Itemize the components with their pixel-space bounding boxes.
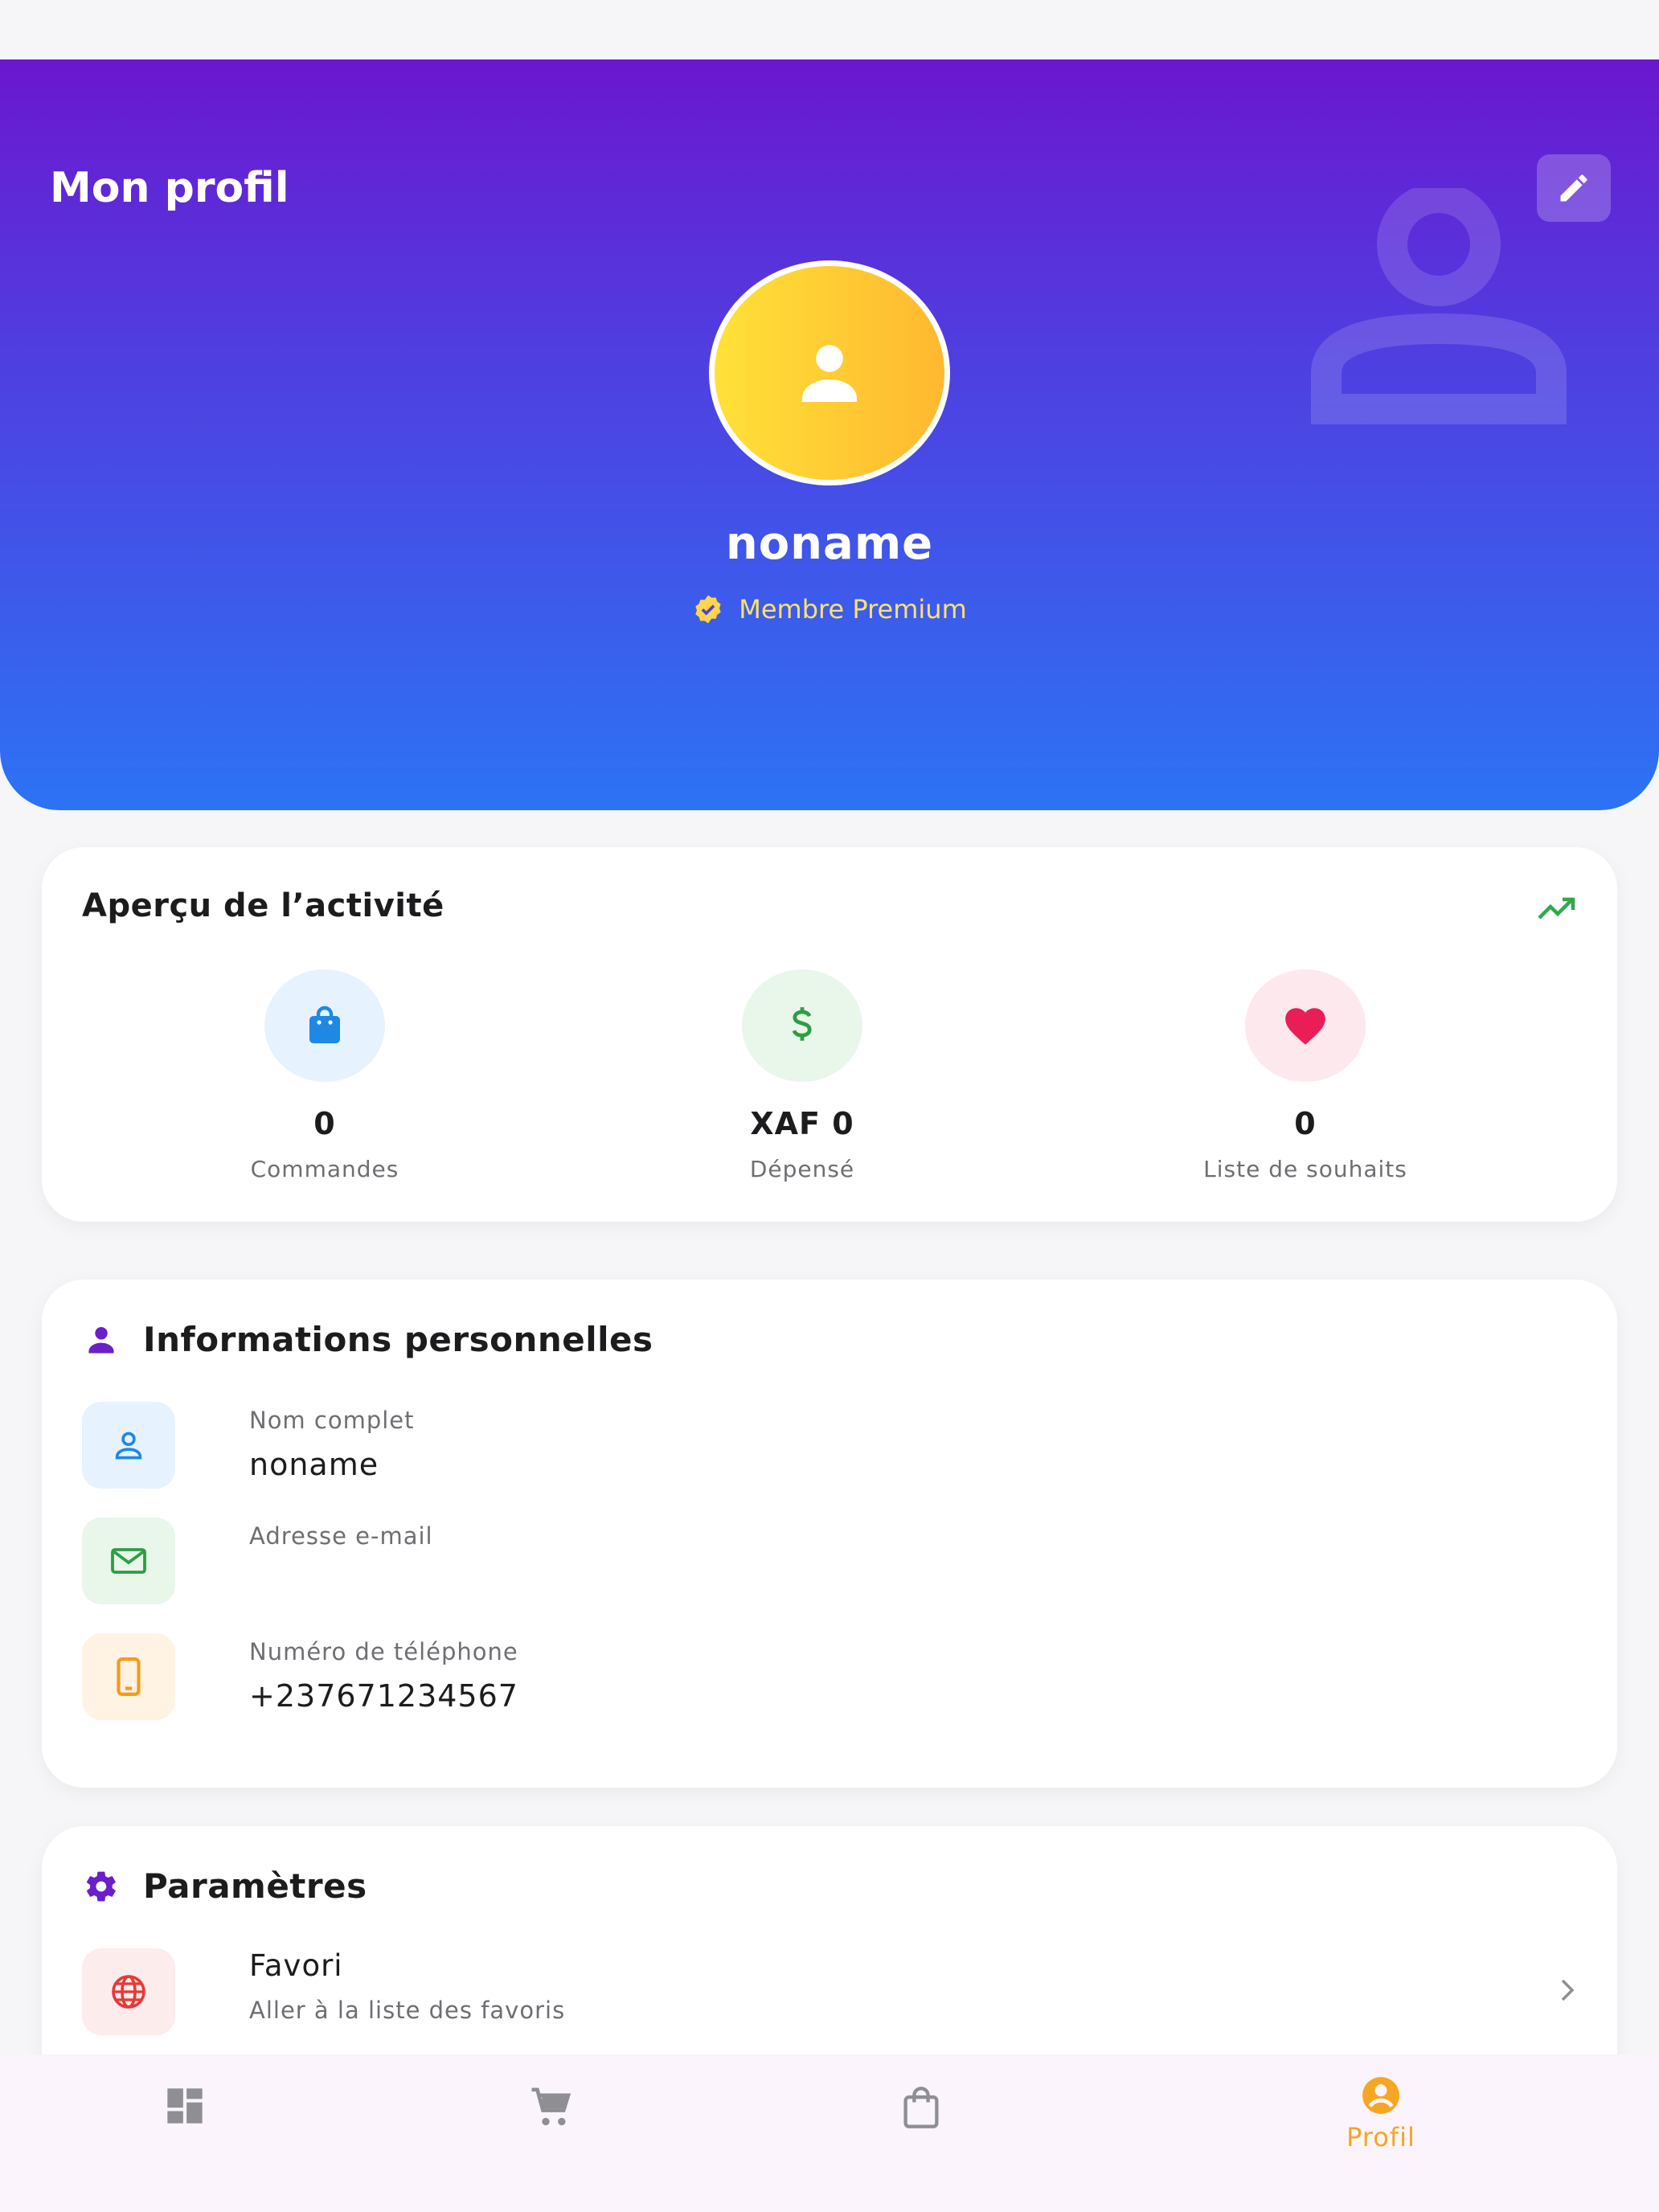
dashboard-icon (167, 2088, 203, 2124)
profile-header: Mon profil noname Membre Premium (0, 59, 1659, 810)
nav-item-dashboard[interactable] (104, 2085, 265, 2130)
premium-badge: Membre Premium (0, 593, 1659, 625)
nav-item-profile[interactable]: Profil (1301, 2075, 1461, 2153)
nav-item-orders[interactable] (841, 2085, 1002, 2133)
heart-icon (1285, 1008, 1325, 1045)
personal-info-title: Informations personnelles (143, 1320, 653, 1359)
stat-wishlist-label: Liste de souhaits (1203, 1156, 1407, 1182)
activity-card: Aperçu de l’activité 0 Commandes XAF 0 D… (42, 847, 1617, 1222)
email-label: Adresse e-mail (249, 1522, 433, 1550)
dollar-icon (792, 1007, 812, 1041)
page-title: Mon profil (50, 164, 289, 212)
gear-icon (86, 1871, 116, 1901)
settings-header: Paramètres (84, 1866, 367, 1906)
background-person-icon (1311, 188, 1567, 424)
person-icon (802, 345, 857, 402)
stat-wishlist-value: 0 (1294, 1106, 1317, 1141)
phone-value: +237671234567 (249, 1678, 518, 1714)
stat-wishlist-circle (1245, 969, 1366, 1082)
shopping-bag-icon (309, 1006, 340, 1043)
globe-icon (112, 1975, 145, 2009)
stat-spent-label: Dépensé (749, 1156, 855, 1182)
stat-spent-value: XAF 0 (750, 1106, 854, 1141)
favorites-title: Favori (249, 1948, 343, 1983)
avatar[interactable] (709, 260, 950, 485)
info-row-phone-icon-box (82, 1633, 175, 1720)
stat-spent[interactable]: XAF 0 Dépensé (593, 969, 1011, 1182)
mail-icon (111, 1548, 146, 1574)
nav-item-cart[interactable] (471, 2085, 632, 2133)
info-row-email-icon-box (82, 1518, 175, 1604)
info-row-phone: Numéro de téléphone +237671234567 (82, 1633, 1577, 1722)
person-outline-icon (115, 1432, 142, 1460)
pencil-icon (1560, 174, 1587, 202)
verified-icon (695, 595, 721, 624)
chevron-right-icon (1561, 1979, 1575, 2001)
stat-orders-circle (264, 969, 385, 1082)
stat-wishlist[interactable]: 0 Liste de souhaits (1096, 969, 1514, 1182)
edit-profile-button[interactable] (1537, 154, 1611, 222)
stat-spent-circle (742, 969, 862, 1082)
settings-item-favorites[interactable]: Favori Aller à la liste des favoris (82, 1948, 1577, 2037)
username: noname (725, 518, 934, 570)
badge-label: Membre Premium (739, 594, 967, 625)
activity-title: Aperçu de l’activité (82, 887, 444, 924)
info-row-name: Nom complet noname (82, 1402, 1577, 1490)
cart-icon (531, 2087, 571, 2126)
personal-info-card: Informations personnelles Nom complet no… (42, 1280, 1617, 1788)
bottom-navigation: Profil (0, 2054, 1659, 2212)
nav-profile-label: Profil (1346, 2122, 1415, 2153)
phone-icon (117, 1657, 141, 1696)
full-name-value: noname (249, 1447, 379, 1482)
trending-up-icon (1538, 897, 1575, 920)
stat-orders[interactable]: 0 Commandes (116, 969, 534, 1182)
info-row-name-icon-box (82, 1402, 175, 1489)
bag-icon (903, 2087, 939, 2128)
status-bar (0, 0, 1659, 59)
person-icon (88, 1326, 114, 1353)
info-row-email: Adresse e-mail (82, 1518, 1577, 1606)
personal-info-header: Informations personnelles (84, 1320, 653, 1359)
favorites-subtitle: Aller à la liste des favoris (249, 1997, 566, 2024)
stat-orders-label: Commandes (250, 1156, 399, 1182)
full-name-label: Nom complet (249, 1407, 415, 1434)
phone-label: Numéro de téléphone (249, 1638, 518, 1665)
favorites-icon-box (82, 1948, 175, 2035)
account-circle-icon (1362, 2077, 1399, 2114)
stat-orders-value: 0 (313, 1106, 336, 1141)
settings-title: Paramètres (143, 1866, 367, 1906)
